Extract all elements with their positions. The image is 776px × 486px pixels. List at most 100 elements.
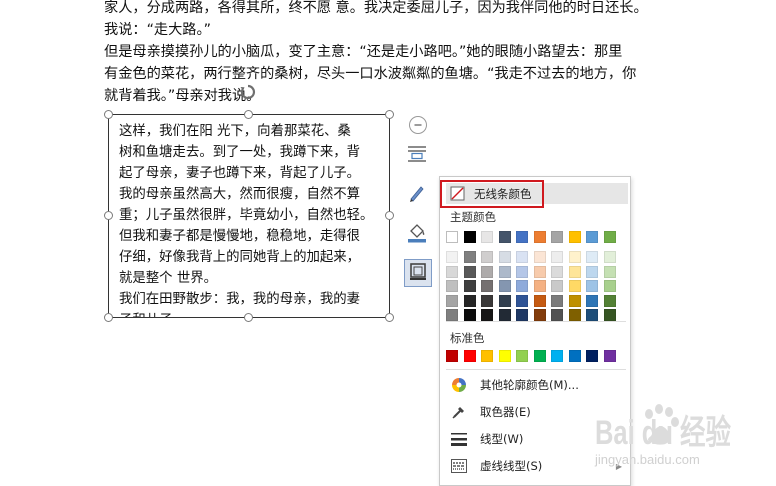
theme-color-swatch[interactable]	[533, 231, 546, 243]
theme-color-swatch[interactable]	[463, 231, 476, 243]
theme-color-swatch[interactable]	[551, 231, 563, 243]
theme-shade-swatch[interactable]	[498, 251, 511, 263]
theme-shade-swatch[interactable]	[516, 251, 528, 263]
more-outline-colors-item[interactable]: 其他轮廓颜色(M)...	[446, 373, 628, 397]
resize-handle-bottom[interactable]	[244, 313, 253, 322]
theme-shade-swatch[interactable]	[551, 309, 563, 321]
theme-color-swatch[interactable]	[603, 231, 616, 243]
theme-shade-swatch[interactable]	[568, 280, 581, 292]
fill-bucket-button[interactable]	[404, 222, 430, 248]
standard-color-swatch[interactable]	[568, 350, 581, 362]
theme-shade-swatch[interactable]	[533, 309, 546, 321]
layout-options-button[interactable]	[404, 143, 430, 169]
resize-handle-top-right[interactable]	[385, 110, 394, 119]
theme-shade-swatch[interactable]	[603, 309, 616, 321]
theme-shade-swatch[interactable]	[586, 251, 598, 263]
resize-handle-left[interactable]	[104, 211, 113, 220]
resize-handle-top[interactable]	[244, 110, 253, 119]
theme-color-swatch[interactable]	[516, 231, 528, 243]
standard-color-swatch[interactable]	[586, 350, 598, 362]
theme-shade-swatch[interactable]	[446, 251, 458, 263]
dash-type-icon	[450, 457, 468, 475]
theme-shade-swatch[interactable]	[533, 251, 546, 263]
theme-shade-swatch[interactable]	[568, 309, 581, 321]
paragraph-line: 但是母亲摸摸孙儿的小脑瓜，变了主意：“还是走小路吧。”她的眼随小路望去：那里	[104, 44, 623, 60]
theme-shade-swatch[interactable]	[498, 280, 511, 292]
standard-color-swatch[interactable]	[463, 350, 476, 362]
theme-shade-swatch[interactable]	[463, 309, 476, 321]
theme-shade-swatch[interactable]	[551, 280, 563, 292]
minus-circle-icon[interactable]	[409, 116, 427, 134]
standard-color-swatch[interactable]	[551, 350, 563, 362]
watermark-brand: Bai du 经验	[595, 413, 731, 452]
theme-shade-swatch[interactable]	[603, 251, 616, 263]
theme-shade-swatch[interactable]	[516, 280, 528, 292]
theme-shade-swatch[interactable]	[586, 265, 598, 278]
theme-shade-swatch[interactable]	[463, 265, 476, 278]
theme-color-swatch[interactable]	[498, 231, 511, 243]
standard-color-swatch[interactable]	[481, 350, 493, 362]
rotate-handle-icon[interactable]	[240, 84, 256, 100]
pen-button[interactable]	[404, 182, 430, 208]
theme-color-swatch[interactable]	[446, 231, 458, 243]
theme-color-swatch[interactable]	[481, 231, 493, 243]
textbox-line: 重；儿子虽然很胖，毕竟幼小，自然也轻。	[119, 208, 374, 223]
theme-shade-swatch[interactable]	[481, 280, 493, 292]
theme-shade-swatch[interactable]	[603, 280, 616, 292]
theme-shade-swatch[interactable]	[463, 251, 476, 263]
resize-handle-top-left[interactable]	[104, 110, 113, 119]
theme-shade-swatch[interactable]	[568, 251, 581, 263]
theme-shade-swatch[interactable]	[551, 251, 563, 263]
theme-shade-swatch[interactable]	[463, 280, 476, 292]
theme-shade-swatch[interactable]	[551, 294, 563, 307]
theme-shade-swatch[interactable]	[533, 265, 546, 278]
theme-color-swatch[interactable]	[586, 231, 598, 243]
theme-shade-swatch[interactable]	[446, 280, 458, 292]
theme-shade-swatch[interactable]	[533, 280, 546, 292]
theme-shade-swatch[interactable]	[446, 294, 458, 307]
shape-outline-button[interactable]	[404, 259, 432, 287]
theme-color-swatch[interactable]	[568, 231, 581, 243]
theme-shade-swatch[interactable]	[498, 294, 511, 307]
theme-shade-swatch[interactable]	[568, 294, 581, 307]
theme-shade-swatch[interactable]	[481, 309, 493, 321]
standard-color-swatch[interactable]	[446, 350, 458, 362]
resize-handle-right[interactable]	[385, 211, 394, 220]
baidu-jingyan-watermark: Bai du 经验 jingyan.baidu.com	[593, 398, 733, 470]
theme-shade-swatch[interactable]	[516, 294, 528, 307]
standard-color-swatch[interactable]	[498, 350, 511, 362]
theme-shade-swatch[interactable]	[516, 309, 528, 321]
pen-icon	[407, 183, 427, 207]
theme-shade-swatch[interactable]	[498, 309, 511, 321]
paragraph-line: 就背着我。”母亲对我说。	[104, 88, 261, 104]
resize-handle-bottom-right[interactable]	[385, 313, 394, 322]
standard-color-swatch[interactable]	[533, 350, 546, 362]
divider	[446, 321, 626, 322]
theme-shade-swatch[interactable]	[603, 294, 616, 307]
theme-shade-swatch[interactable]	[533, 294, 546, 307]
theme-shade-swatch[interactable]	[446, 265, 458, 278]
theme-shade-swatch[interactable]	[481, 294, 493, 307]
theme-shade-swatch[interactable]	[481, 265, 493, 278]
theme-shade-swatch[interactable]	[586, 309, 598, 321]
theme-shade-swatch[interactable]	[516, 265, 528, 278]
eyedropper-label: 取色器(E)	[480, 405, 531, 419]
theme-shade-swatch[interactable]	[586, 280, 598, 292]
theme-shade-swatch[interactable]	[481, 251, 493, 263]
theme-shade-swatch[interactable]	[551, 265, 563, 278]
standard-color-swatch[interactable]	[516, 350, 528, 362]
theme-shade-swatch[interactable]	[603, 265, 616, 278]
theme-shade-swatch[interactable]	[463, 294, 476, 307]
theme-colors-heading: 主题颜色	[450, 210, 496, 224]
resize-handle-bottom-left[interactable]	[104, 313, 113, 322]
theme-shade-swatch[interactable]	[568, 265, 581, 278]
standard-color-swatch[interactable]	[603, 350, 616, 362]
dash-type-label: 虚线线型(S)	[480, 459, 543, 473]
textbox-line: 但我和妻子都是慢慢地，稳稳地，走得很	[119, 229, 361, 244]
selected-text-box[interactable]: 这样，我们在阳 光下，向着那菜花、桑 树和鱼塘走去。到了一处，我蹲下来，背 起了…	[108, 114, 390, 318]
theme-shade-swatch[interactable]	[446, 309, 458, 321]
theme-shade-swatch[interactable]	[586, 294, 598, 307]
theme-shade-swatch[interactable]	[498, 265, 511, 278]
textbox-line: 我的母亲虽然高大，然而很瘦，自然不算	[119, 187, 361, 202]
eyedropper-icon	[450, 403, 468, 421]
